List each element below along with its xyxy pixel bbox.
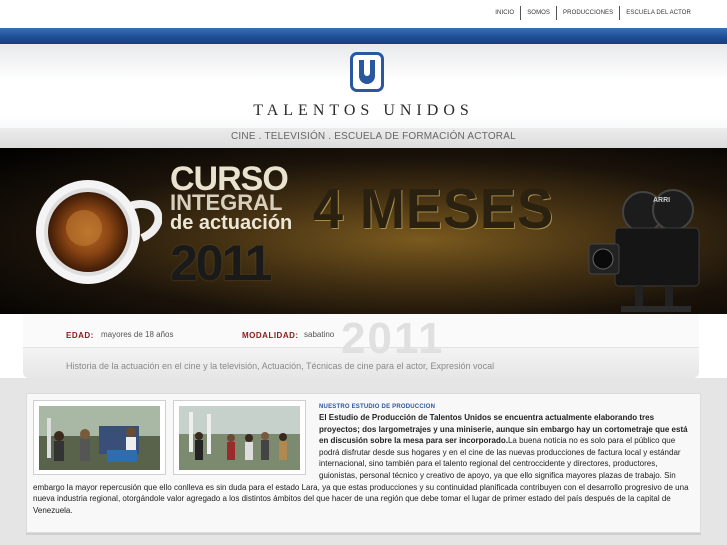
brand-name: TALENTOS UNIDOS — [253, 102, 474, 119]
banner-line-actuacion: de actuación — [170, 212, 293, 234]
modalidad-value: sabatino — [304, 330, 335, 339]
course-info-panel: 2011 EDAD: mayores de 18 años MODALIDAD:… — [23, 314, 699, 378]
banner-year: 2011 — [170, 235, 272, 291]
camera-brand-label: ARRI — [653, 197, 670, 204]
content-bottom-divider — [26, 533, 701, 535]
header-blue-bar — [0, 28, 727, 44]
production-studio-section: NUESTRO ESTUDIO DE PRODUCCION El Estudio… — [26, 393, 701, 533]
talentos-unidos-logo-icon[interactable] — [350, 52, 384, 92]
tagline-text: CINE . TELEVISIÓN . ESCUELA DE FORMACIÓN… — [231, 131, 516, 142]
modalidad-label: MODALIDAD: — [242, 331, 299, 340]
nav-item-producciones[interactable]: PRODUCCIONES — [556, 6, 619, 20]
course-banner[interactable]: CURSO INTEGRAL de actuación 2011 4 MESES… — [0, 148, 727, 314]
nav-item-inicio[interactable]: INICIO — [489, 6, 520, 20]
edad-value: mayores de 18 años — [101, 330, 174, 339]
course-topics: Historia de la actuación en el cine y la… — [66, 361, 495, 371]
edad-label: EDAD: — [66, 331, 94, 340]
section-body: El Estudio de Producción de Talentos Uni… — [33, 412, 697, 516]
film-camera-icon: ARRI — [588, 189, 700, 312]
nav-item-escuela-del-actor[interactable]: ESCUELA DEL ACTOR — [619, 6, 697, 20]
coffee-cup-icon — [36, 180, 162, 284]
tagline-bar: CINE . TELEVISIÓN . ESCUELA DE FORMACIÓN… — [0, 128, 727, 148]
page: INICIO SOMOS PRODUCCIONES ESCUELA DEL AC… — [0, 0, 727, 545]
site-header: TALENTOS UNIDOS CINE . TELEVISIÓN . ESCU… — [0, 44, 727, 148]
top-navigation: INICIO SOMOS PRODUCCIONES ESCUELA DEL AC… — [0, 0, 727, 28]
banner-duration: 4 MESES — [313, 177, 555, 241]
watermark-year: 2011 — [341, 314, 445, 363]
nav-item-somos[interactable]: SOMOS — [520, 6, 556, 20]
section-title: NUESTRO ESTUDIO DE PRODUCCION — [319, 404, 436, 410]
